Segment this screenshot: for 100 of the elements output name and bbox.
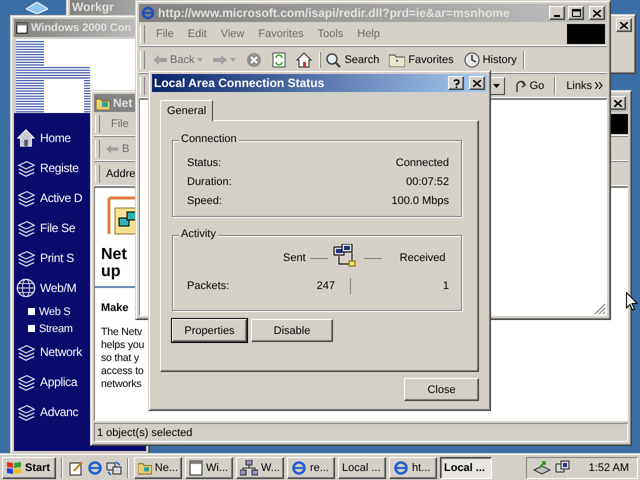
menu-item[interactable]: Tools (312, 28, 348, 40)
dialog-button[interactable]: Disable (251, 319, 333, 342)
field-label: Packets: (187, 280, 230, 292)
close-button[interactable] (616, 18, 632, 32)
sidebar-link[interactable]: Registe (40, 161, 79, 175)
received-count: 1 (442, 280, 449, 292)
sidebar-link[interactable]: Network (40, 345, 82, 359)
menu-item[interactable]: File (106, 118, 134, 130)
sidebar-link[interactable]: Web S (39, 306, 70, 318)
taskbar-button[interactable]: ht... (389, 456, 437, 478)
refresh-icon (272, 52, 286, 68)
document-stack-icon (16, 218, 36, 238)
resize-grip-icon[interactable] (594, 303, 606, 315)
taskbar-button[interactable]: re... (287, 456, 335, 478)
sent-count: 247 (316, 280, 335, 292)
sidebar-link[interactable]: Advanc (40, 405, 78, 419)
curved-arrow-icon (514, 78, 527, 92)
back-button[interactable]: Back (149, 54, 208, 66)
menu-item[interactable]: Favorites (253, 28, 309, 40)
taskbar-button[interactable]: Ne... (134, 456, 182, 478)
browser-icon (141, 6, 155, 20)
field-value: Connected (396, 156, 449, 168)
document-stack-icon (16, 402, 36, 422)
document-stack-icon (16, 342, 36, 362)
back-arrow-icon (153, 54, 167, 64)
window-title: Local Area Connection Status (154, 76, 324, 90)
house-icon (16, 128, 36, 148)
folder-icon (96, 96, 110, 110)
address-label: Addre (106, 168, 136, 180)
tab[interactable]: General (160, 100, 214, 121)
document-stack-icon (16, 248, 36, 268)
window-title: Workgr (72, 0, 114, 14)
sidebar-link[interactable]: Web/M (40, 281, 76, 295)
menu-item[interactable]: Edit (182, 28, 212, 40)
sent-label: Sent (283, 252, 306, 264)
field-label: Speed: (187, 194, 222, 206)
sidebar-link[interactable]: Active D (40, 191, 82, 205)
caret-icon (230, 58, 236, 62)
sidebar-link[interactable]: Stream (39, 322, 73, 334)
back-button[interactable]: B (122, 142, 130, 154)
page-heading: Net up (101, 246, 127, 280)
sync-icon[interactable] (106, 460, 122, 476)
document-stack-icon (16, 158, 36, 178)
taskbar-button[interactable]: Local ... (440, 456, 492, 478)
browser-icon[interactable] (87, 460, 103, 476)
browser-icon (291, 460, 307, 476)
bullet-icon (28, 308, 35, 315)
field-label: Duration: (187, 176, 232, 188)
start-button[interactable]: Start (2, 456, 56, 478)
maximize-icon (572, 9, 580, 17)
clock-icon (464, 52, 480, 68)
windows-logo-icon (6, 460, 22, 474)
field-value: 100.0 Mbps (392, 194, 449, 206)
notepad-icon[interactable] (68, 460, 84, 476)
network-icon (240, 460, 258, 476)
sidebar-link[interactable]: Home (40, 131, 71, 145)
favorites-button[interactable]: Favorites (385, 52, 458, 66)
dialog-button[interactable]: Properties (172, 319, 247, 342)
browser-icon (393, 460, 409, 476)
sidebar-link[interactable]: Print S (40, 251, 74, 265)
links-button[interactable]: Links (562, 80, 607, 92)
close-button[interactable] (469, 76, 485, 90)
status-bar: 1 object(s) selected (94, 423, 628, 442)
history-button[interactable]: History (460, 52, 521, 68)
taskbar-button[interactable]: Local ... (338, 456, 386, 478)
close-icon (593, 10, 601, 16)
go-button[interactable]: Go (510, 78, 548, 92)
network-computers-icon[interactable] (554, 460, 571, 476)
network-card-icon[interactable] (532, 460, 551, 476)
taskbar-button[interactable]: W... (236, 456, 284, 478)
clock: 1:52 AM (588, 462, 629, 474)
group-title: Activity (179, 228, 218, 240)
folder-icon (138, 460, 152, 474)
forward-arrow-icon (213, 54, 228, 64)
help-button[interactable] (448, 76, 464, 90)
caret-icon (197, 58, 204, 62)
home-icon (296, 52, 312, 68)
window-icon (189, 460, 203, 476)
search-button[interactable]: Search (320, 52, 384, 68)
document-stack-icon (16, 372, 36, 392)
stop-icon (246, 52, 262, 68)
menu-item[interactable]: View (216, 28, 250, 40)
star-folder-icon (389, 52, 406, 66)
window-title: http://www.microsoft.com/isapi/redir.dll?prd=ie&ar=msnhome (158, 6, 510, 20)
field-value: 00:07:52 (406, 176, 449, 188)
close-icon (473, 80, 481, 86)
group-title: Connection (179, 133, 239, 145)
section-heading: Make (101, 302, 129, 314)
taskbar-button[interactable]: Wi... (185, 456, 233, 478)
window-icon (16, 22, 28, 34)
menu-item[interactable]: Help (352, 28, 385, 40)
close-icon (620, 22, 628, 28)
throbber-logo (567, 24, 605, 44)
menu-item[interactable]: File (151, 28, 179, 40)
document-stack-icon (16, 188, 36, 208)
sidebar-link[interactable]: File Se (40, 221, 76, 235)
sidebar-link[interactable]: Applica (40, 375, 78, 389)
intro-paragraph: The Netv helps you so that y access to networks (101, 326, 144, 391)
chevron-icon (595, 82, 603, 89)
close-button[interactable]: Close (404, 378, 479, 401)
